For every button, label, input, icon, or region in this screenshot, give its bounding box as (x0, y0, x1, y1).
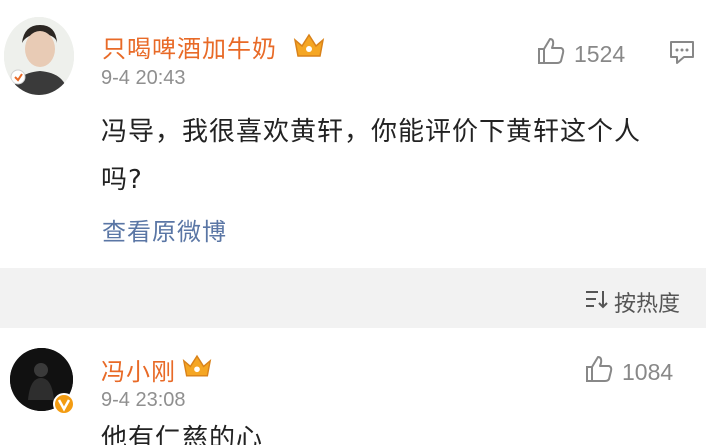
post-card: 只喝啤酒加牛奶 9-4 20:43 1524 冯导，我很喜欢黄轩，你能评价下黄轩… (0, 0, 706, 268)
avatar[interactable] (4, 17, 74, 95)
sort-label: 按热度 (614, 292, 681, 317)
thumbs-up-icon (536, 36, 566, 72)
post-time: 9-4 20:43 (101, 67, 186, 89)
post-username[interactable]: 只喝啤酒加牛奶 (102, 29, 277, 64)
verified-badge-icon (53, 393, 75, 419)
like-button[interactable]: 1084 (584, 354, 673, 390)
sort-icon (584, 288, 608, 316)
crown-icon (181, 352, 213, 383)
avatar-image (4, 17, 74, 95)
reply-username[interactable]: 冯小刚 (101, 352, 176, 387)
sort-button[interactable]: 按热度 (584, 286, 680, 318)
crown-icon (292, 31, 326, 63)
like-button[interactable]: 1524 (536, 36, 625, 72)
post-text: 冯导，我很喜欢黄轩，你能评价下黄轩这个人吗? (101, 117, 642, 195)
thumbs-up-icon (584, 354, 614, 390)
view-original-link[interactable]: 查看原微博 (102, 212, 227, 247)
like-count: 1084 (622, 358, 674, 385)
comment-icon[interactable] (668, 38, 696, 70)
like-count: 1524 (574, 40, 626, 67)
reply-time: 9-4 23:08 (101, 389, 186, 411)
reply-text: 他有仁慈的心 (101, 424, 264, 445)
